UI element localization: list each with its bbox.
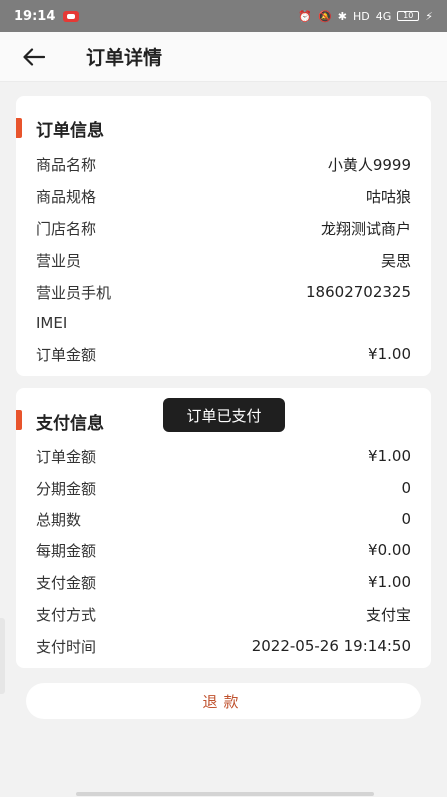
order-row-salesperson-phone: 营业员手机 18602702325 (36, 280, 411, 304)
payment-row-payment-time: 支付时间 2022-05-26 19:14:50 (36, 634, 411, 658)
row-value: 小黄人9999 (327, 155, 411, 174)
battery-icon: 10 (397, 11, 420, 21)
row-label: 商品名称 (36, 155, 97, 174)
order-row-imei: IMEI (36, 311, 411, 335)
section-accent-bar (16, 410, 22, 430)
row-label: 门店名称 (36, 219, 97, 238)
app-header: 订单详情 (0, 32, 447, 82)
row-value: 0 (401, 510, 411, 528)
section-accent-bar (16, 118, 22, 138)
order-row-store-name: 门店名称 龙翔测试商户 (36, 216, 411, 240)
payment-info-title: 支付信息 (36, 414, 104, 434)
row-value: 2022-05-26 19:14:50 (251, 637, 411, 655)
refund-button[interactable]: 退款 (26, 683, 421, 719)
row-label: 订单金额 (36, 345, 97, 364)
row-label: 支付时间 (36, 637, 97, 656)
order-row-product-spec: 商品规格 咕咕狼 (36, 184, 411, 208)
row-value: ¥1.00 (368, 573, 411, 591)
row-value: 咕咕狼 (365, 187, 411, 206)
payment-row-total-periods: 总期数 0 (36, 507, 411, 531)
row-value: 支付宝 (365, 605, 411, 624)
row-label: 总期数 (36, 510, 82, 529)
status-bar: 19:14 ⏰ 🔕 ✱ HD 4G 10 ⚡ (0, 0, 447, 32)
row-value: ¥1.00 (368, 345, 411, 363)
row-label: 支付金额 (36, 573, 97, 592)
row-value: 18602702325 (306, 283, 411, 301)
payment-row-installment-amount: 分期金额 0 (36, 476, 411, 500)
row-value: ¥1.00 (368, 447, 411, 465)
gesture-nav-bar[interactable] (76, 792, 374, 796)
hd-icon: HD (352, 9, 370, 23)
order-info-card: 订单信息 商品名称 小黄人9999 商品规格 咕咕狼 门店名称 龙翔测试商户 营… (16, 96, 431, 376)
row-label: 营业员手机 (36, 283, 112, 302)
order-row-product-name: 商品名称 小黄人9999 (36, 152, 411, 176)
row-value: 吴思 (380, 251, 411, 270)
payment-row-payment-method: 支付方式 支付宝 (36, 602, 411, 626)
payment-row-per-period-amount: 每期金额 ¥0.00 (36, 538, 411, 562)
order-row-salesperson: 营业员 吴思 (36, 248, 411, 272)
status-time: 19:14 (14, 8, 56, 24)
row-label: IMEI (36, 314, 68, 332)
row-value: 龙翔测试商户 (320, 219, 411, 238)
row-value: ¥0.00 (368, 541, 411, 559)
row-label: 商品规格 (36, 187, 97, 206)
back-arrow-icon[interactable] (20, 43, 48, 71)
alarm-icon: ⏰ (298, 9, 313, 23)
charging-icon: ⚡ (425, 9, 433, 23)
row-label: 订单金额 (36, 447, 97, 466)
signal-icon: 4G (375, 9, 392, 23)
row-label: 支付方式 (36, 605, 97, 624)
row-label: 分期金额 (36, 479, 97, 498)
order-info-title: 订单信息 (36, 121, 104, 141)
bluetooth-icon: ✱ (337, 9, 347, 23)
payment-row-order-amount: 订单金额 ¥1.00 (36, 444, 411, 468)
row-label: 营业员 (36, 251, 82, 270)
page-title: 订单详情 (86, 47, 163, 69)
order-row-order-amount: 订单金额 ¥1.00 (36, 342, 411, 366)
edge-gesture-handle[interactable] (0, 618, 5, 694)
status-icons: ⏰ 🔕 ✱ HD 4G 10 ⚡ (298, 10, 433, 23)
toast-message: 订单已支付 (163, 398, 285, 432)
row-label: 每期金额 (36, 541, 97, 560)
payment-row-paid-amount: 支付金额 ¥1.00 (36, 570, 411, 594)
mute-icon: 🔕 (318, 9, 332, 23)
screen-record-icon (63, 10, 80, 22)
row-value: 0 (401, 479, 411, 497)
